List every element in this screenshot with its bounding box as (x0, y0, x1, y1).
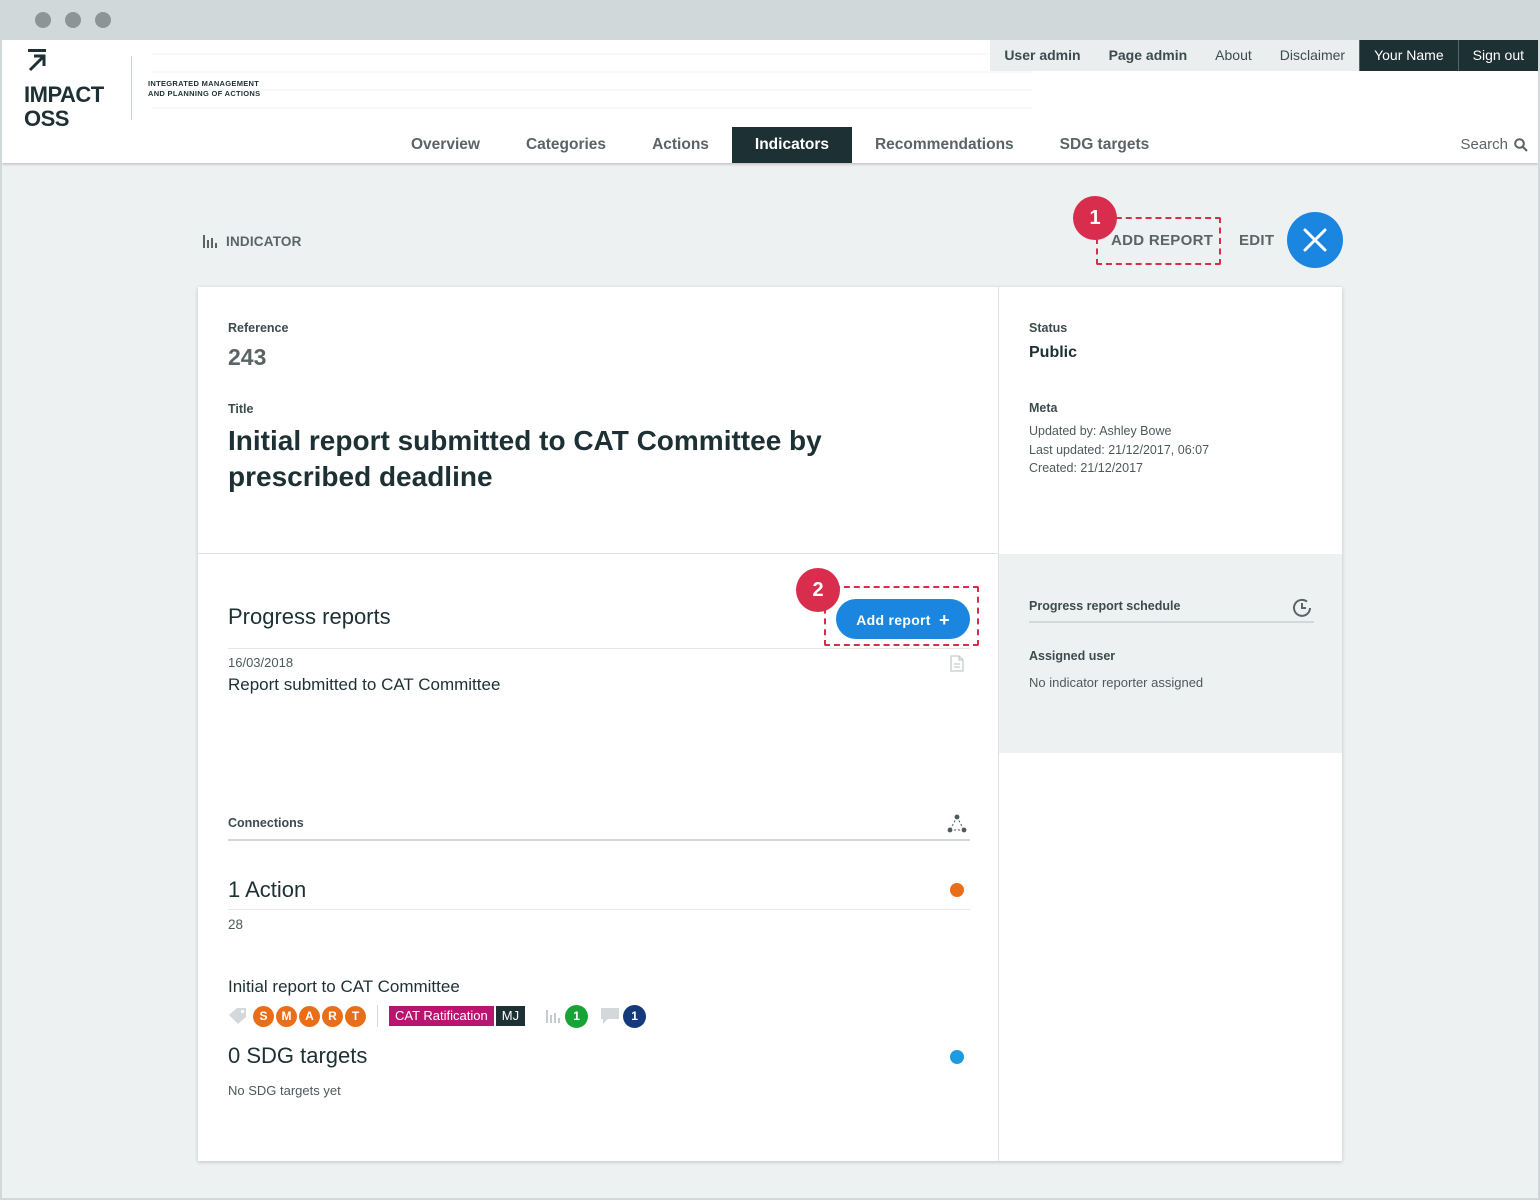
sdg-color-dot (950, 1050, 964, 1064)
tab-actions[interactable]: Actions (629, 127, 732, 163)
connections-icon (947, 814, 967, 833)
schedule-label: Progress report schedule (1029, 599, 1181, 613)
action-tags: S M A R T CAT Ratification MJ 1 1 (228, 1004, 647, 1028)
top-nav: User admin Page admin About Disclaimer Y… (990, 40, 1538, 71)
progress-rule (228, 648, 970, 649)
connections-label: Connections (228, 816, 304, 830)
main-nav: Overview Categories Actions Indicators R… (388, 127, 1172, 163)
close-icon (1303, 228, 1327, 252)
reference-label: Reference (228, 321, 289, 335)
entity-type-text: INDICATOR (226, 233, 302, 249)
search-button[interactable]: Search (1460, 136, 1528, 153)
status-value: Public (1029, 344, 1078, 361)
document-icon[interactable] (950, 655, 964, 672)
action-ref: 28 (228, 917, 244, 932)
top-nav-disclaimer[interactable]: Disclaimer (1265, 40, 1360, 71)
tag-divider (377, 1005, 378, 1027)
status-label: Status (1029, 321, 1068, 335)
logo-divider (131, 56, 132, 120)
window-close-dot[interactable] (35, 12, 51, 28)
sdg-empty-message: No SDG targets yet (228, 1083, 341, 1098)
logo-arrow-icon (28, 49, 46, 72)
smart-badge-r: R (322, 1005, 343, 1027)
window-minimize-dot[interactable] (65, 12, 81, 28)
tab-categories[interactable]: Categories (503, 127, 629, 163)
smart-badge-t: T (345, 1005, 366, 1027)
logo[interactable]: IMPACT OSS (24, 48, 134, 130)
tag-icon (229, 1008, 246, 1024)
add-report-button[interactable]: Add report + (836, 599, 970, 639)
annotation-badge-2: 2 (796, 568, 840, 612)
actions-heading: 1 Action (228, 877, 307, 902)
claim-line-1: INTEGRATED MANAGEMENT (148, 79, 260, 88)
top-nav-about[interactable]: About (1201, 40, 1266, 71)
schedule-rule (1029, 621, 1314, 623)
logo-line-1: IMPACT (24, 82, 104, 107)
site-header: IMPACT OSS INTEGRATED MANAGEMENT AND PLA… (2, 40, 1538, 163)
report-title[interactable]: Report submitted to CAT Committee (228, 675, 500, 695)
actions-color-dot (950, 883, 964, 897)
add-report-label: Add report (856, 612, 931, 628)
claim-line-2: AND PLANNING OF ACTIONS (148, 89, 261, 98)
category-tag[interactable]: CAT Ratification (389, 1006, 494, 1026)
report-date: 16/03/2018 (228, 655, 294, 670)
entity-type-label: INDICATOR (202, 233, 302, 249)
indicator-card: Reference 243 Title Initial report submi… (198, 287, 1342, 1161)
header-section-divider (198, 553, 998, 554)
owner-tag[interactable]: MJ (495, 1006, 526, 1026)
tab-sdg-targets[interactable]: SDG targets (1037, 127, 1173, 163)
top-nav-user-admin[interactable]: User admin (990, 40, 1095, 71)
search-icon (1514, 137, 1528, 152)
meta-label: Meta (1029, 401, 1058, 415)
browser-chrome (0, 0, 1540, 40)
indicator-title: Initial report submitted to CAT Committe… (228, 425, 822, 492)
edit-button[interactable]: EDIT (1239, 232, 1274, 249)
plus-icon: + (938, 610, 950, 630)
tab-indicators[interactable]: Indicators (731, 127, 852, 163)
top-nav-page-admin[interactable]: Page admin (1094, 40, 1202, 71)
comment-count-badge: 1 (623, 1004, 647, 1028)
header-pattern (152, 40, 1032, 125)
indicator-count-badge: 1 (565, 1004, 589, 1028)
brand-claim: INTEGRATED MANAGEMENT AND PLANNING OF AC… (148, 79, 260, 99)
clock-icon[interactable] (1291, 597, 1313, 619)
meta-updated-by: Updated by: Ashley Bowe (1029, 424, 1172, 438)
meta-info: Updated by: Ashley Bowe Last updated: 21… (1029, 422, 1209, 478)
smart-badge-a: A (299, 1005, 320, 1027)
search-label: Search (1460, 136, 1508, 153)
app-window: IMPACT OSS INTEGRATED MANAGEMENT AND PLA… (2, 40, 1538, 1198)
smart-badge-m: M (276, 1005, 297, 1027)
reference-value: 243 (228, 344, 267, 370)
sdg-targets-heading: 0 SDG targets (228, 1043, 368, 1068)
smart-badge-s: S (253, 1005, 274, 1027)
title-label: Title (228, 402, 254, 416)
tab-recommendations[interactable]: Recommendations (852, 127, 1037, 163)
meta-last-updated: Last updated: 21/12/2017, 06:07 (1029, 442, 1210, 457)
actions-rule (228, 909, 970, 910)
add-report-header-button[interactable]: ADD REPORT (1111, 232, 1213, 249)
top-nav-sign-out[interactable]: Sign out (1457, 40, 1538, 71)
progress-reports-heading: Progress reports (228, 604, 391, 629)
indicator-icon (203, 235, 217, 248)
assigned-user-value: No indicator reporter assigned (1029, 675, 1204, 690)
connections-rule (228, 839, 970, 841)
comment-icon (601, 1008, 620, 1024)
action-title[interactable]: Initial report to CAT Committee (228, 977, 460, 997)
top-nav-user-name[interactable]: Your Name (1359, 40, 1458, 71)
logo-line-2: OSS (24, 106, 69, 131)
indicator-count-icon (546, 1010, 561, 1023)
tab-overview[interactable]: Overview (388, 127, 503, 163)
meta-created: Created: 21/12/2017 (1029, 461, 1143, 475)
window-maximize-dot[interactable] (95, 12, 111, 28)
assigned-user-label: Assigned user (1029, 649, 1116, 663)
close-button[interactable] (1287, 212, 1343, 268)
